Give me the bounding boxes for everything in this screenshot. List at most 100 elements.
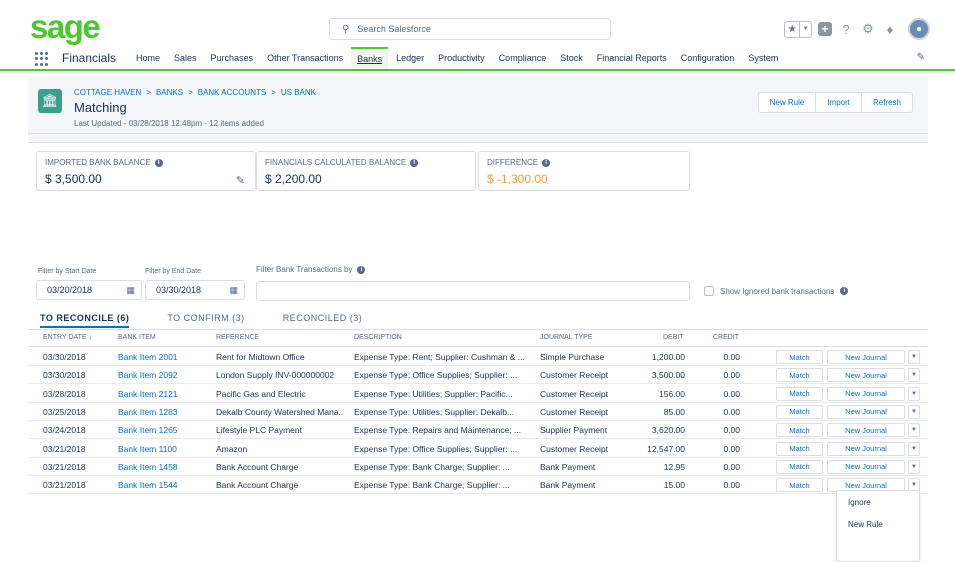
breadcrumb-item[interactable]: COTTAGE HAVEN bbox=[74, 88, 141, 97]
menu-item-new-rule[interactable]: New Rule bbox=[848, 520, 883, 529]
new-journal-button[interactable]: New Journal bbox=[827, 423, 905, 438]
nav-item-home[interactable]: Home bbox=[130, 47, 166, 69]
cell-item[interactable]: Bank Item 1544 bbox=[118, 480, 213, 490]
col-description: DESCRIPTION bbox=[354, 334, 402, 341]
tab-to-confirm[interactable]: TO CONFIRM (3) bbox=[167, 313, 244, 328]
imported-balance-label: IMPORTED BANK BALANCE bbox=[45, 158, 151, 167]
cell-date: 03/21/2018 bbox=[43, 443, 86, 454]
filter-text-label-wrap: Filter Bank Transactions by i bbox=[256, 265, 366, 274]
new-journal-button[interactable]: New Journal bbox=[827, 441, 905, 456]
search-input[interactable]: ⚲ Search Salesforce bbox=[329, 18, 611, 40]
calendar-icon[interactable]: ▦ bbox=[126, 285, 135, 296]
chevron-down-icon[interactable]: ▼ bbox=[908, 441, 920, 456]
nav-item-productivity[interactable]: Productivity bbox=[432, 47, 491, 69]
chevron-down-icon[interactable]: ▼ bbox=[908, 368, 920, 383]
end-date-field[interactable]: 03/30/2018 ▦ bbox=[145, 280, 245, 300]
chevron-down-icon[interactable]: ▼ bbox=[908, 404, 920, 419]
new-journal-button[interactable]: New Journal bbox=[827, 368, 905, 383]
cell-item[interactable]: Bank Item 1283 bbox=[118, 407, 213, 417]
tab-reconciled[interactable]: RECONCILED (3) bbox=[283, 313, 363, 328]
filter-transactions-input[interactable] bbox=[256, 281, 690, 301]
info-icon[interactable]: i bbox=[542, 158, 551, 167]
nav-item-system[interactable]: System bbox=[742, 47, 784, 69]
import-button[interactable]: Import bbox=[816, 93, 862, 112]
new-journal-button[interactable]: New Journal bbox=[827, 459, 905, 474]
cell-item[interactable]: Bank Item 2001 bbox=[118, 352, 213, 362]
pencil-icon[interactable]: ✎ bbox=[236, 174, 245, 187]
chevron-down-icon[interactable]: ▼ bbox=[908, 386, 920, 401]
matching-panel: IMPORTED BANK BALANCE i $ 3,500.00 ✎ FINA… bbox=[28, 142, 928, 562]
show-ignored-checkbox[interactable] bbox=[704, 286, 714, 296]
cell-debit: 12,547.00 bbox=[647, 443, 685, 454]
match-button[interactable]: Match bbox=[776, 404, 823, 419]
chevron-down-icon[interactable]: ▼ bbox=[908, 423, 920, 438]
cell-item[interactable]: Bank Item 2092 bbox=[118, 370, 213, 380]
sort-down-icon[interactable]: ↓ bbox=[89, 334, 93, 341]
col-entry-date[interactable]: ENTRY DATE ↓ bbox=[43, 334, 92, 341]
app-launcher-icon[interactable] bbox=[35, 52, 49, 66]
favorites-button[interactable]: ★ ▼ bbox=[784, 20, 812, 38]
info-icon[interactable]: i bbox=[410, 158, 419, 167]
info-icon[interactable]: i bbox=[154, 158, 163, 167]
start-date-field[interactable]: 03/20/2018 ▦ bbox=[36, 280, 142, 300]
gear-icon[interactable]: ⚙ bbox=[860, 21, 876, 37]
difference-value: $ -1,300.00 bbox=[487, 172, 548, 186]
chevron-down-icon[interactable]: ▼ bbox=[908, 350, 920, 364]
match-button[interactable]: Match bbox=[776, 368, 823, 383]
utility-icons: ★ ▼ + ? ⚙ ♦ ● bbox=[784, 18, 930, 40]
calculated-balance-card: FINANCIALS CALCULATED BALANCE i $ 2,200.0… bbox=[256, 151, 476, 191]
cell-item[interactable]: Bank Item 1458 bbox=[118, 462, 213, 472]
nav-item-banks[interactable]: Banks bbox=[351, 47, 389, 69]
cell-type: Bank Payment bbox=[540, 480, 596, 491]
nav-item-stock[interactable]: Stock bbox=[554, 47, 589, 69]
match-button[interactable]: Match bbox=[776, 478, 823, 493]
match-button[interactable]: Match bbox=[776, 459, 823, 474]
help-icon[interactable]: ? bbox=[838, 21, 854, 37]
cell-item[interactable]: Bank Item 1100 bbox=[118, 444, 213, 454]
nav-item-ledger[interactable]: Ledger bbox=[390, 47, 430, 69]
refresh-button[interactable]: Refresh bbox=[862, 93, 912, 112]
calculated-balance-value: $ 2,200.00 bbox=[265, 172, 322, 186]
cell-date: 03/21/2018 bbox=[43, 461, 86, 472]
new-journal-button[interactable]: New Journal bbox=[827, 350, 905, 364]
info-icon[interactable]: i bbox=[357, 265, 366, 274]
tab-to-reconcile[interactable]: TO RECONCILE (6) bbox=[40, 313, 130, 328]
cell-type: Bank Payment bbox=[540, 461, 596, 472]
bank-icon: 🏛 bbox=[38, 89, 62, 113]
breadcrumb-item[interactable]: US BANK bbox=[281, 88, 316, 97]
new-rule-button[interactable]: New Rule bbox=[759, 93, 817, 112]
cell-item[interactable]: Bank Item 2121 bbox=[118, 389, 213, 399]
cell-ref: Dekalb County Watershed Mana.. bbox=[216, 406, 344, 417]
show-ignored-toggle[interactable]: Show Ignored bank transactions i bbox=[704, 286, 849, 296]
header-button-group: New Rule Import Refresh bbox=[757, 92, 913, 113]
nav-item-configuration[interactable]: Configuration bbox=[675, 47, 741, 69]
col-journal-type: JOURNAL TYPE bbox=[540, 334, 593, 341]
calendar-icon[interactable]: ▦ bbox=[229, 285, 238, 296]
new-journal-button[interactable]: New Journal bbox=[827, 404, 905, 419]
nav-item-compliance[interactable]: Compliance bbox=[493, 47, 553, 69]
nav-item-sales[interactable]: Sales bbox=[168, 47, 203, 69]
nav-item-purchases[interactable]: Purchases bbox=[205, 47, 260, 69]
match-button[interactable]: Match bbox=[776, 386, 823, 401]
nav-item-financial-reports[interactable]: Financial Reports bbox=[591, 47, 673, 69]
new-journal-button[interactable]: New Journal bbox=[827, 386, 905, 401]
nav-item-other-transactions[interactable]: Other Transactions bbox=[261, 47, 349, 69]
breadcrumb-item[interactable]: BANK ACCOUNTS bbox=[198, 88, 266, 97]
match-button[interactable]: Match bbox=[776, 350, 823, 364]
menu-item-ignore[interactable]: Ignore bbox=[848, 498, 871, 507]
cell-ref: Pacific Gas and Electric bbox=[216, 388, 306, 399]
table-row: 03/21/2018 Bank Item 1458 Bank Account Cha… bbox=[28, 458, 928, 476]
breadcrumb-item[interactable]: BANKS bbox=[156, 88, 183, 97]
table-row: 03/30/2018 Bank Item 2092 London Supply IN… bbox=[28, 366, 928, 385]
global-actions-icon[interactable]: + bbox=[818, 22, 832, 36]
avatar[interactable]: ● bbox=[908, 18, 930, 40]
end-date-value: 03/30/2018 bbox=[156, 285, 202, 295]
info-icon[interactable]: i bbox=[840, 287, 849, 295]
edit-nav-icon[interactable]: ✎ bbox=[917, 52, 925, 63]
match-button[interactable]: Match bbox=[776, 441, 823, 456]
cell-item[interactable]: Bank Item 1265 bbox=[118, 425, 213, 435]
sage-logo[interactable]: sage bbox=[30, 8, 101, 46]
match-button[interactable]: Match bbox=[776, 423, 823, 438]
bell-icon[interactable]: ♦ bbox=[882, 21, 898, 37]
chevron-down-icon[interactable]: ▼ bbox=[908, 459, 920, 474]
